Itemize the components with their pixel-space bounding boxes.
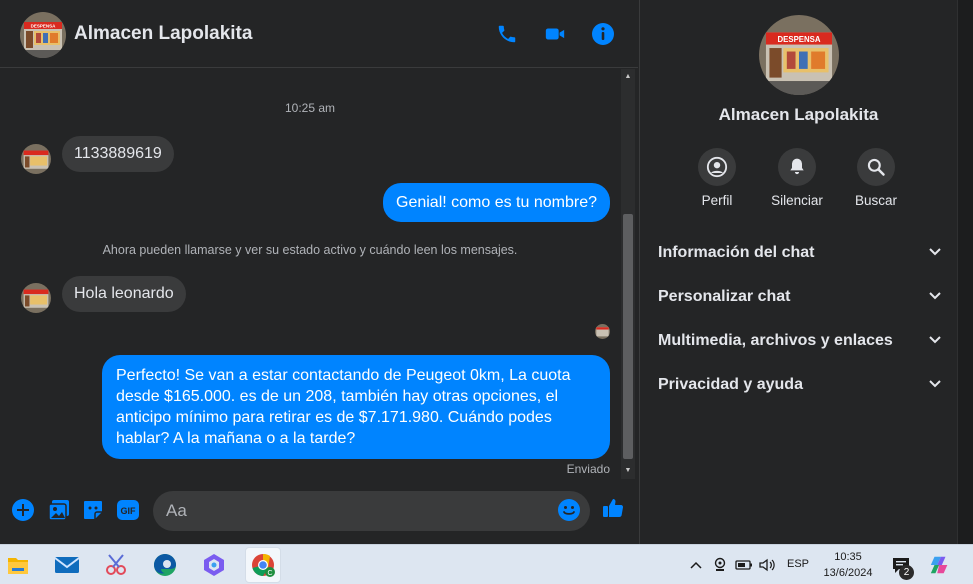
svg-text:DESPENSA: DESPENSA [31, 24, 57, 29]
message-timestamp: 10:25 am [284, 101, 336, 115]
copilot-preview-icon[interactable] [928, 553, 952, 577]
webcam-icon[interactable] [710, 555, 730, 575]
gif-icon[interactable]: GIF [116, 498, 140, 522]
chevron-down-icon [928, 376, 942, 394]
section-label: Privacidad y ayuda [658, 376, 803, 393]
volume-icon[interactable] [757, 555, 777, 575]
battery-icon[interactable] [734, 555, 754, 575]
snipping-tool-icon[interactable] [98, 547, 134, 583]
phone-icon[interactable] [494, 21, 520, 47]
chevron-down-icon [928, 288, 942, 306]
contact-avatar-small[interactable] [21, 283, 51, 313]
section-privacy-help[interactable]: Privacidad y ayuda [658, 370, 942, 400]
svg-text:GIF: GIF [121, 506, 137, 516]
read-receipt-avatar [595, 324, 610, 339]
section-chat-info[interactable]: Información del chat [658, 238, 942, 268]
section-label: Información del chat [658, 244, 815, 261]
details-panel: DESPENSA Almacen Lapolakita Perfil Silen… [639, 0, 956, 544]
search-label: Buscar [854, 193, 898, 208]
scroll-down-arrow-icon[interactable]: ▼ [621, 463, 635, 477]
mute-label: Silenciar [771, 193, 823, 208]
edge-icon[interactable] [147, 547, 183, 583]
chevron-up-icon[interactable] [686, 555, 706, 575]
mail-icon[interactable] [49, 547, 85, 583]
mute-button[interactable]: Silenciar [757, 148, 837, 208]
svg-text:DESPENSA: DESPENSA [778, 35, 821, 44]
incoming-message[interactable]: 1133889619 [62, 136, 174, 172]
profile-label: Perfil [701, 193, 733, 208]
search-button[interactable]: Buscar [836, 148, 916, 208]
chevron-down-icon [928, 244, 942, 262]
clock-time: 10:35 [834, 551, 862, 563]
bell-icon [778, 148, 816, 186]
taskbar: C ESP 10:35 13/6/2024 2 [0, 544, 973, 584]
chevron-down-icon [928, 332, 942, 350]
profile-button[interactable]: Perfil [677, 148, 757, 208]
scrollbar-thumb[interactable] [623, 214, 633, 459]
message-input[interactable] [153, 491, 590, 531]
svg-text:C: C [267, 570, 272, 577]
system-notice: Ahora pueden llamarse y ver su estado ac… [102, 243, 518, 257]
add-icon[interactable] [11, 498, 35, 522]
section-media-files-links[interactable]: Multimedia, archivos y enlaces [658, 326, 942, 356]
message-scrollbar[interactable]: ▲ ▼ [621, 69, 635, 479]
info-icon[interactable] [590, 21, 616, 47]
sticker-icon[interactable] [81, 498, 105, 522]
system-clock[interactable]: 10:35 13/6/2024 [818, 549, 878, 581]
contact-avatar[interactable]: DESPENSA [20, 12, 66, 58]
input-language[interactable]: ESP [787, 558, 809, 570]
search-icon [857, 148, 895, 186]
section-label: Personalizar chat [658, 288, 791, 305]
photo-icon[interactable] [47, 498, 71, 522]
message-list[interactable]: 10:25 am 1133889619 Genial! como es tu n… [0, 69, 620, 479]
video-call-icon[interactable] [542, 21, 568, 47]
contact-name[interactable]: Almacen Lapolakita [74, 23, 252, 45]
conversation-header: DESPENSA Almacen Lapolakita [0, 0, 638, 68]
copilot-icon[interactable] [196, 547, 232, 583]
details-contact-name: Almacen Lapolakita [718, 105, 879, 124]
emoji-icon[interactable] [557, 498, 581, 522]
notification-count-badge: 2 [899, 565, 914, 580]
details-avatar[interactable]: DESPENSA [759, 15, 839, 95]
message-composer: GIF [0, 484, 638, 540]
clock-date: 13/6/2024 [823, 567, 873, 579]
chrome-icon[interactable]: C [245, 547, 281, 583]
section-label: Multimedia, archivos y enlaces [658, 332, 893, 349]
delivery-status: Enviado [566, 462, 610, 476]
outgoing-message[interactable]: Perfecto! Se van a estar contactando de … [102, 355, 610, 459]
section-customize-chat[interactable]: Personalizar chat [658, 282, 942, 312]
like-icon[interactable] [601, 496, 625, 520]
conversation-panel: DESPENSA Almacen Lapolakita 10:25 am 113… [0, 0, 638, 544]
incoming-message[interactable]: Hola leonardo [62, 276, 186, 312]
contact-avatar-small[interactable] [21, 144, 51, 174]
profile-icon [698, 148, 736, 186]
outgoing-message[interactable]: Genial! como es tu nombre? [383, 183, 610, 222]
window-edge [957, 0, 973, 544]
file-explorer-icon[interactable] [0, 547, 36, 583]
scroll-up-arrow-icon[interactable]: ▲ [621, 69, 635, 83]
